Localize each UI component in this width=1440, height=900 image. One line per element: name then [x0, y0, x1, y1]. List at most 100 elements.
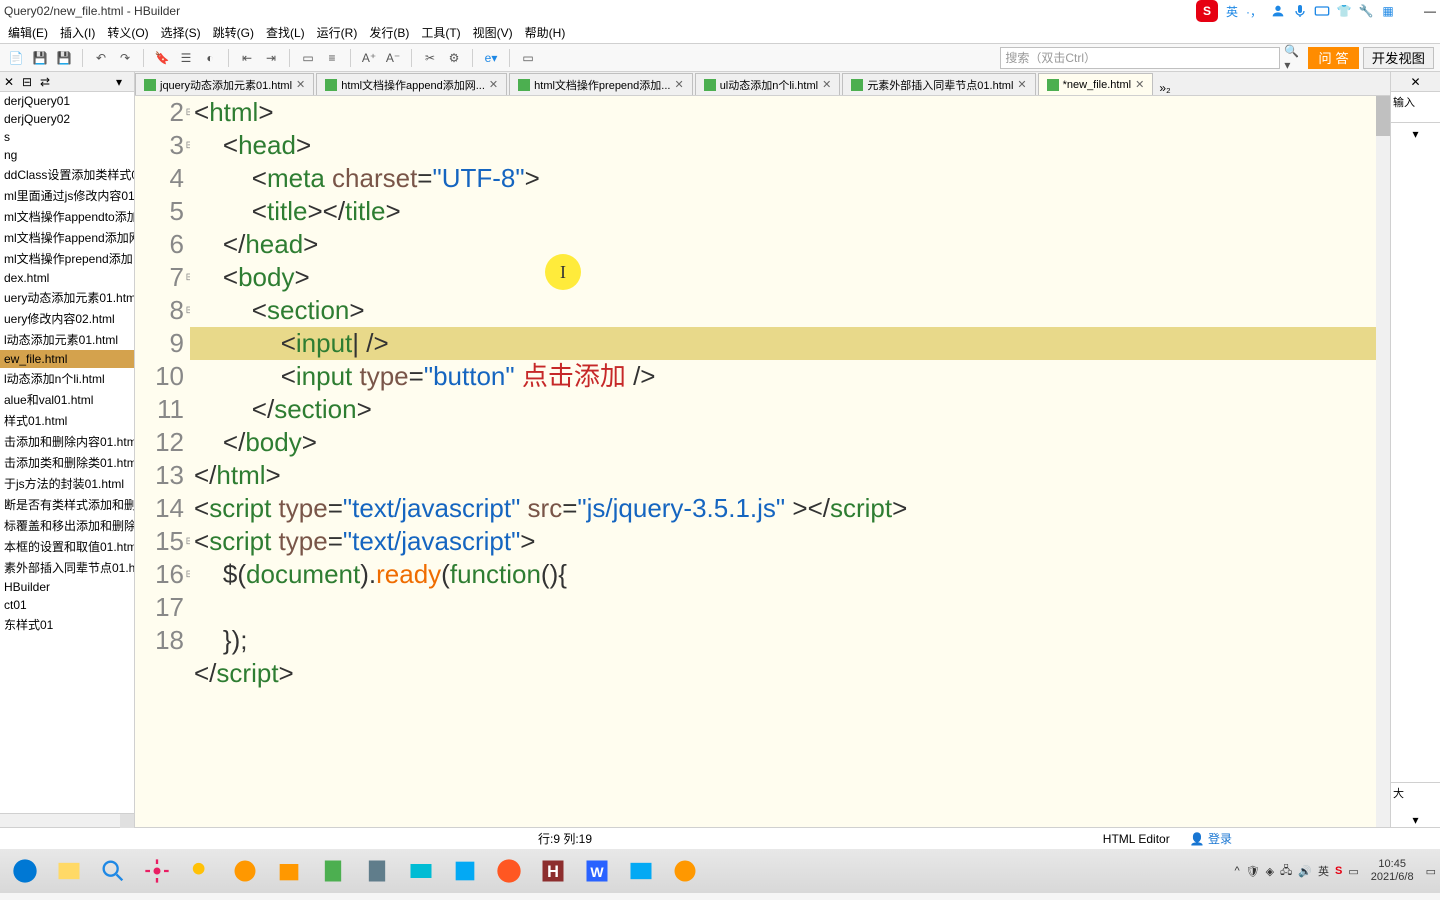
- editor-tab[interactable]: html文档操作append添加网...✕: [316, 73, 507, 95]
- chevron-down-icon[interactable]: ▾: [1412, 813, 1418, 827]
- paint-icon[interactable]: [400, 852, 442, 890]
- close-icon[interactable]: ✕: [674, 78, 683, 91]
- tray-shield-icon[interactable]: 🛡: [1246, 865, 1260, 878]
- settings-icon[interactable]: ⚙: [444, 48, 464, 68]
- right-panel-label2[interactable]: 大: [1391, 782, 1440, 803]
- weather-icon[interactable]: [180, 852, 222, 890]
- editor-tab[interactable]: jquery动态添加元素01.html✕: [135, 73, 314, 95]
- tabs-overflow[interactable]: »₂: [1155, 81, 1174, 95]
- font-minus-icon[interactable]: A⁻: [383, 48, 403, 68]
- close-icon[interactable]: ✕: [1135, 78, 1144, 91]
- editor-tab[interactable]: 元素外部插入同辈节点01.html✕: [842, 73, 1035, 95]
- tray-input-icon[interactable]: 英: [1318, 863, 1329, 879]
- close-icon[interactable]: ✕: [1017, 78, 1026, 91]
- tree-item[interactable]: 标覆盖和移出添加和删除: [0, 515, 134, 536]
- tree-item[interactable]: uery动态添加元素01.html: [0, 287, 134, 308]
- horizontal-scrollbar[interactable]: [0, 813, 134, 827]
- tree-item[interactable]: l动态添加n个li.html: [0, 368, 134, 389]
- new-file-icon[interactable]: 📄: [6, 48, 26, 68]
- menu-escape[interactable]: 转义(O): [103, 22, 152, 43]
- tray-net-icon[interactable]: 🖧: [1280, 862, 1292, 881]
- block-icon[interactable]: ▭: [298, 48, 318, 68]
- grid-icon[interactable]: ▦: [1380, 3, 1396, 19]
- search-icon[interactable]: 🔍▾: [1284, 48, 1304, 68]
- close-icon[interactable]: ✕: [4, 75, 18, 89]
- tree-item[interactable]: uery修改内容02.html: [0, 308, 134, 329]
- sogou-ime-icon[interactable]: S: [1196, 0, 1218, 22]
- tray-up-icon[interactable]: ^: [1234, 865, 1239, 877]
- tree-item[interactable]: s: [0, 128, 134, 146]
- minimize-icon[interactable]: —: [1424, 4, 1436, 18]
- menu-icon[interactable]: ▾: [116, 75, 130, 89]
- tray-window-icon[interactable]: ▭: [1348, 865, 1358, 878]
- close-icon[interactable]: ✕: [296, 78, 305, 91]
- tree-item[interactable]: 素外部插入同辈节点01.ht: [0, 557, 134, 578]
- align-icon[interactable]: ≡: [322, 48, 342, 68]
- tree-item[interactable]: 样式01.html: [0, 410, 134, 431]
- save-icon[interactable]: 💾: [30, 48, 50, 68]
- wps-icon[interactable]: W: [576, 852, 618, 890]
- browser-icon[interactable]: e▾: [481, 48, 501, 68]
- tray-vol-icon[interactable]: 🔊: [1298, 865, 1312, 878]
- editor-tab[interactable]: html文档操作prepend添加...✕: [509, 73, 693, 95]
- notepad-icon[interactable]: [312, 852, 354, 890]
- tree-item[interactable]: dex.html: [0, 269, 134, 287]
- menu-insert[interactable]: 插入(I): [56, 22, 99, 43]
- tree-item[interactable]: 本框的设置和取值01.html: [0, 536, 134, 557]
- device-icon[interactable]: ▭: [518, 48, 538, 68]
- indent-right-icon[interactable]: ⇥: [261, 48, 281, 68]
- tree-item[interactable]: 击添加类和删除类01.html: [0, 452, 134, 473]
- right-panel-label[interactable]: 输入: [1391, 92, 1440, 112]
- menu-publish[interactable]: 发行(B): [365, 22, 413, 43]
- link-icon[interactable]: ⇄: [40, 75, 54, 89]
- tree-item[interactable]: derjQuery02: [0, 110, 134, 128]
- menu-run[interactable]: 运行(R): [313, 22, 362, 43]
- tree-item[interactable]: 击添加和删除内容01.html: [0, 431, 134, 452]
- tree-item[interactable]: 断是否有类样式添加和删除: [0, 494, 134, 515]
- list-icon[interactable]: ☰: [176, 48, 196, 68]
- menu-edit[interactable]: 编辑(E): [4, 22, 52, 43]
- editor-tab[interactable]: ul动态添加n个li.html✕: [695, 73, 841, 95]
- menu-help[interactable]: 帮助(H): [521, 22, 570, 43]
- tree-item[interactable]: 东样式01: [0, 614, 134, 635]
- taskbar-clock[interactable]: 10:45 2021/6/8: [1365, 858, 1420, 884]
- qa-button[interactable]: 问 答: [1308, 47, 1358, 69]
- close-icon[interactable]: ✕: [822, 78, 831, 91]
- search-icon[interactable]: [92, 852, 134, 890]
- tree-item[interactable]: ml文档操作append添加网: [0, 227, 134, 248]
- hbuilder-icon[interactable]: H: [532, 852, 574, 890]
- tree-item[interactable]: ew_file.html: [0, 350, 134, 368]
- save-all-icon[interactable]: 💾: [54, 48, 74, 68]
- tree-item[interactable]: HBuilder: [0, 578, 134, 596]
- font-plus-icon[interactable]: A⁺: [359, 48, 379, 68]
- code-editor[interactable]: <html> <head> <meta charset="UTF-8"> <ti…: [190, 96, 1390, 827]
- keyboard-icon[interactable]: [1314, 3, 1330, 19]
- tree-item[interactable]: alue和val01.html: [0, 389, 134, 410]
- tool-icon[interactable]: 🔧: [1358, 3, 1374, 19]
- indent-left-icon[interactable]: ⇤: [237, 48, 257, 68]
- menu-view[interactable]: 视图(V): [469, 22, 517, 43]
- store-icon[interactable]: [268, 852, 310, 890]
- collapse-icon[interactable]: ⊟: [22, 75, 36, 89]
- menu-goto[interactable]: 跳转(G): [209, 22, 258, 43]
- close-icon[interactable]: ✕: [1410, 75, 1420, 89]
- tree-item[interactable]: ml里面通过js修改内容01.h: [0, 185, 134, 206]
- skin-icon[interactable]: 👕: [1336, 3, 1352, 19]
- close-icon[interactable]: ✕: [489, 78, 498, 91]
- undo-icon[interactable]: ↶: [91, 48, 111, 68]
- tree-item[interactable]: ng: [0, 146, 134, 164]
- tree-item[interactable]: ct01: [0, 596, 134, 614]
- settings-icon[interactable]: [136, 852, 178, 890]
- tree-item[interactable]: derjQuery01: [0, 92, 134, 110]
- browser2-icon[interactable]: [488, 852, 530, 890]
- menu-find[interactable]: 查找(L): [262, 22, 309, 43]
- menu-tools[interactable]: 工具(T): [417, 22, 464, 43]
- menu-select[interactable]: 选择(S): [157, 22, 205, 43]
- snippet-icon[interactable]: ✂: [420, 48, 440, 68]
- tray-sogou-icon[interactable]: S: [1335, 865, 1342, 877]
- tree-item[interactable]: 于js方法的封装01.html: [0, 473, 134, 494]
- toggle-icon[interactable]: ◐: [200, 48, 220, 68]
- redo-icon[interactable]: ↷: [115, 48, 135, 68]
- ime-lang[interactable]: 英: [1226, 3, 1238, 20]
- app-icon[interactable]: [444, 852, 486, 890]
